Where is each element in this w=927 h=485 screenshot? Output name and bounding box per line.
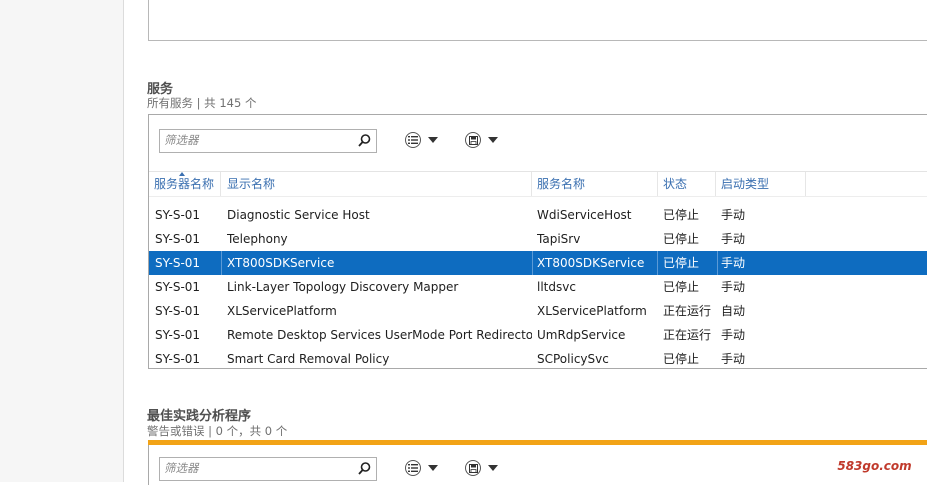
services-list-options-button[interactable] — [405, 130, 438, 150]
left-navigation-strip — [0, 0, 124, 482]
column-header-status[interactable]: 状态 — [658, 172, 716, 196]
cell-service-name: XLServicePlatform — [537, 304, 647, 318]
cell-status: 已停止 — [663, 251, 718, 275]
list-options-icon — [405, 460, 421, 476]
column-header-startup-type[interactable]: 启动类型 — [716, 172, 806, 196]
table-row[interactable]: SY-S-01 XT800SDKService XT800SDKService 已停止… — [149, 251, 927, 275]
list-options-icon — [405, 132, 421, 148]
cell-startup-type: 手动 — [721, 256, 746, 270]
services-filter-box[interactable] — [159, 129, 377, 153]
cell-service-name: UmRdpService — [537, 328, 626, 342]
cell-server-name: SY-S-01 — [155, 352, 201, 366]
cell-service-name: WdiServiceHost — [537, 208, 632, 222]
services-panel: 服务器名称 显示名称 服务名称 状态 启动类型 SY-S-01 Diagnosti… — [148, 114, 927, 369]
services-save-button[interactable] — [465, 130, 498, 150]
table-row[interactable]: SY-S-01 Diagnostic Service Host WdiService… — [149, 203, 927, 227]
table-row[interactable]: SY-S-01 Telephony TapiSrv 已停止 手动 — [149, 227, 927, 251]
table-row[interactable]: SY-S-01 Link-Layer Topology Discovery Map… — [149, 275, 927, 299]
cell-display-name: XT800SDKService — [227, 251, 533, 275]
cell-server-name: SY-S-01 — [155, 208, 201, 222]
sort-ascending-icon — [179, 172, 185, 176]
search-icon[interactable] — [357, 461, 372, 476]
cell-display-name: Remote Desktop Services UserMode Port Re… — [227, 328, 532, 342]
cell-server-name: SY-S-01 — [155, 304, 201, 318]
cell-startup-type: 手动 — [721, 280, 746, 294]
cell-server-name: SY-S-01 — [155, 280, 201, 294]
cell-startup-type: 自动 — [721, 304, 746, 318]
cell-status: 已停止 — [663, 232, 700, 246]
cell-service-name: XT800SDKService — [537, 251, 658, 275]
cell-status: 正在运行 — [663, 304, 712, 318]
cell-display-name: XLServicePlatform — [227, 304, 337, 318]
bpa-filter-box[interactable] — [159, 457, 377, 481]
cell-startup-type: 手动 — [721, 352, 746, 366]
cell-status: 已停止 — [663, 352, 700, 366]
search-icon[interactable] — [357, 133, 372, 148]
cell-service-name: lltdsvc — [537, 280, 576, 294]
services-filter-input[interactable] — [160, 130, 354, 150]
caret-down-icon — [488, 465, 498, 471]
services-section-subtitle: 所有服务 | 共 145 个 — [147, 96, 257, 110]
table-row[interactable]: SY-S-01 Remote Desktop Services UserMode … — [149, 323, 927, 347]
cell-startup-type: 手动 — [721, 232, 746, 246]
cell-server-name: SY-S-01 — [155, 232, 201, 246]
cell-startup-type: 手动 — [721, 208, 746, 222]
cell-startup-type: 手动 — [721, 328, 746, 342]
services-toolbar — [149, 115, 927, 171]
column-header-service-name[interactable]: 服务名称 — [532, 172, 658, 196]
watermark: 583go.com — [822, 450, 927, 482]
services-table-header: 服务器名称 显示名称 服务名称 状态 启动类型 — [149, 171, 927, 197]
save-icon — [465, 132, 481, 148]
bpa-panel — [148, 445, 927, 485]
column-header-server-name[interactable]: 服务器名称 — [149, 172, 221, 196]
cell-status: 已停止 — [663, 208, 700, 222]
cell-display-name: Telephony — [227, 232, 288, 246]
table-row[interactable]: SY-S-01 XLServicePlatform XLServicePlatfor… — [149, 299, 927, 323]
table-row[interactable]: SY-S-01 Smart Card Removal Policy SCPolicy… — [149, 347, 927, 368]
cell-service-name: SCPolicySvc — [537, 352, 609, 366]
bpa-save-button[interactable] — [465, 458, 498, 478]
cell-server-name: SY-S-01 — [155, 328, 201, 342]
previous-section-panel — [148, 0, 927, 41]
caret-down-icon — [428, 137, 438, 143]
cell-status: 已停止 — [663, 280, 700, 294]
bpa-section-subtitle: 警告或错误 | 0 个，共 0 个 — [147, 424, 288, 438]
cell-display-name: Diagnostic Service Host — [227, 208, 370, 222]
cell-service-name: TapiSrv — [537, 232, 581, 246]
cell-server-name: SY-S-01 — [155, 251, 222, 275]
bpa-list-options-button[interactable] — [405, 458, 438, 478]
cell-status: 正在运行 — [663, 328, 712, 342]
caret-down-icon — [488, 137, 498, 143]
column-header-display-name[interactable]: 显示名称 — [222, 172, 532, 196]
save-icon — [465, 460, 481, 476]
bpa-section-title: 最佳实践分析程序 — [147, 409, 252, 424]
bpa-filter-input[interactable] — [160, 458, 354, 478]
cell-display-name: Link-Layer Topology Discovery Mapper — [227, 280, 459, 294]
cell-display-name: Smart Card Removal Policy — [227, 352, 390, 366]
caret-down-icon — [428, 465, 438, 471]
